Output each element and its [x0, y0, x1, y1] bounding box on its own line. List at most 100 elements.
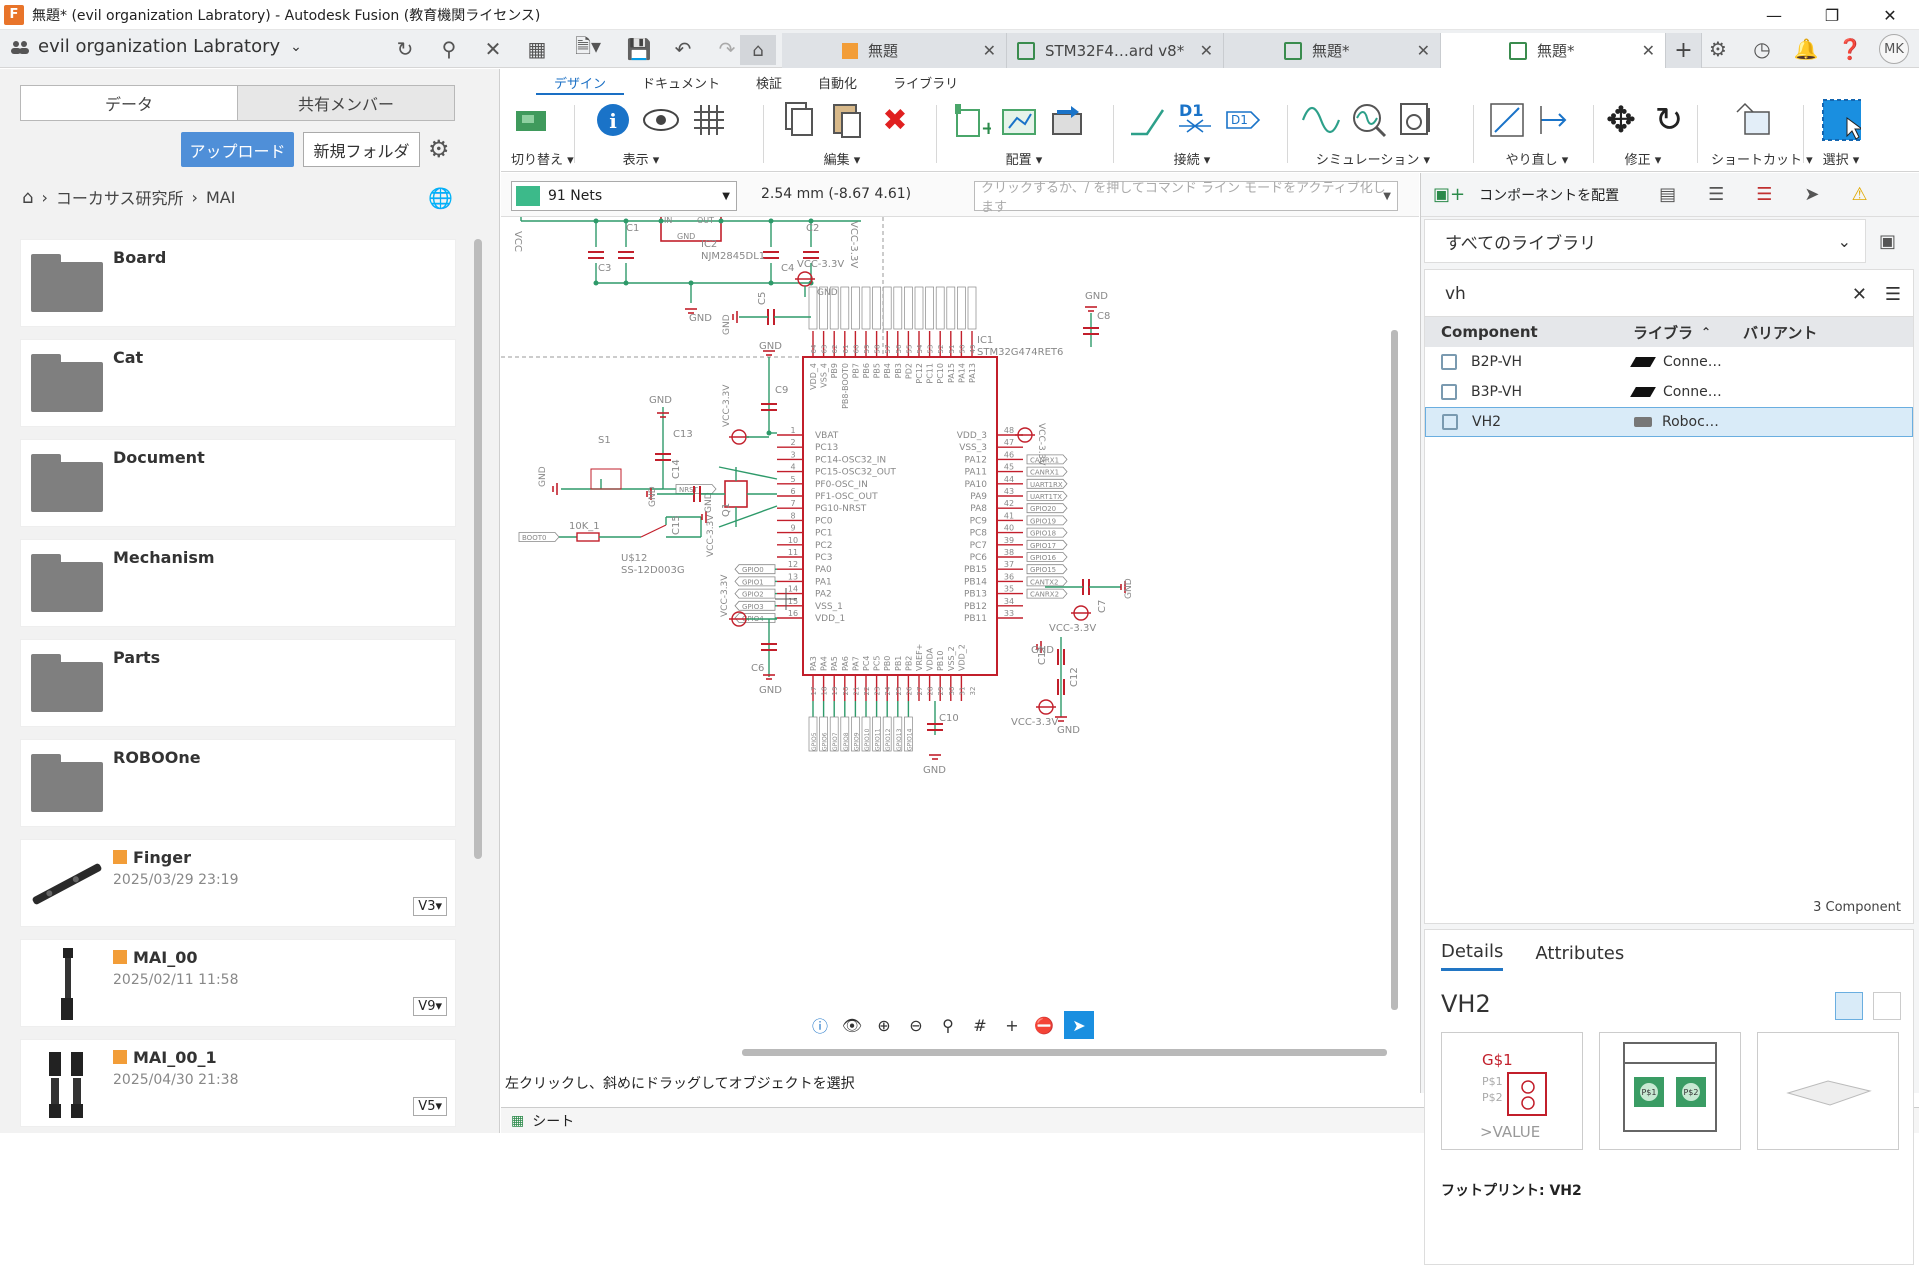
scrollbar[interactable]: [474, 239, 482, 859]
net-flag-icon[interactable]: D1: [1223, 100, 1263, 140]
list-item[interactable]: ROBOOne: [20, 739, 456, 827]
search-input[interactable]: vh ✕ ☰: [1424, 269, 1914, 319]
apps-grid-icon[interactable]: ▦: [522, 34, 552, 64]
waveform-icon[interactable]: [1301, 100, 1341, 140]
globe-icon[interactable]: 🌐: [428, 186, 453, 210]
tab-untitled-2[interactable]: 無題* ✕: [1224, 33, 1441, 68]
command-line-input[interactable]: クリックするか、/ を押してコマンド ライン モードをアクティブ化します ▼: [974, 181, 1398, 215]
close-icon[interactable]: ✕: [1861, 0, 1919, 30]
undo-icon[interactable]: ↶: [668, 34, 698, 64]
help-icon[interactable]: ❓: [1835, 34, 1865, 64]
paste-icon[interactable]: [827, 100, 867, 140]
eye-icon[interactable]: [641, 100, 681, 140]
save-icon[interactable]: 💾: [624, 34, 654, 64]
net-class-select[interactable]: 91 Nets ▼: [511, 181, 737, 211]
breadcrumb-item[interactable]: MAI: [206, 188, 235, 207]
select-mode-icon[interactable]: ➤: [1064, 1011, 1094, 1039]
file-menu-icon[interactable]: 🗎▾: [566, 34, 610, 64]
minimize-icon[interactable]: —: [1745, 0, 1803, 30]
grid-icon[interactable]: [689, 100, 729, 140]
library-select[interactable]: すべてのライブラリ ⌄: [1424, 219, 1866, 263]
warning-icon[interactable]: ⚠: [1851, 184, 1867, 205]
move-icon[interactable]: ✥: [1601, 100, 1641, 141]
sim-settings-icon[interactable]: [1397, 100, 1437, 140]
list-item[interactable]: MAI_00_1 2025/04/30 21:38 V5▾: [20, 1039, 456, 1127]
net-label-icon[interactable]: D1: [1175, 100, 1215, 140]
table-row[interactable]: B3P-VH Conne…: [1425, 377, 1913, 407]
close-tab-icon[interactable]: ✕: [983, 41, 996, 60]
tab-design[interactable]: デザイン: [536, 73, 625, 95]
zoom-fit-icon[interactable]: ⚲: [936, 1013, 960, 1037]
list-item[interactable]: Cat: [20, 339, 456, 427]
3d-preview[interactable]: [1757, 1032, 1899, 1150]
place-component-icon[interactable]: +: [951, 100, 991, 140]
version-badge[interactable]: V9▾: [413, 997, 447, 1016]
eye-icon[interactable]: 👁: [840, 1013, 864, 1037]
tab-stm32[interactable]: STM32F4…ard v8* ✕: [1007, 33, 1224, 68]
symbol-preview[interactable]: G$1 P$1 P$2 >VALUE: [1441, 1032, 1583, 1150]
gear-icon[interactable]: ⚙: [428, 135, 450, 163]
close-tab-icon[interactable]: ✕: [1417, 41, 1430, 60]
ripup-icon[interactable]: [1535, 100, 1575, 140]
filter-icon[interactable]: ☰: [1885, 284, 1901, 305]
version-badge[interactable]: V5▾: [413, 1097, 447, 1116]
info-icon[interactable]: i: [593, 100, 633, 140]
schematic-drawing[interactable]: C1 C2C3 C4IC2NJM2845DL1IN OUTGNDGNDVCC VCC-3…: [501, 217, 1399, 1047]
tab-details[interactable]: Details: [1441, 941, 1504, 971]
close-tab-icon[interactable]: ✕: [1200, 41, 1213, 60]
rotate-icon[interactable]: ↻: [1649, 100, 1689, 140]
vertical-scrollbar[interactable]: [1391, 330, 1398, 1010]
single-view-icon[interactable]: [1873, 992, 1901, 1020]
new-folder-button[interactable]: 新規フォルダ: [303, 132, 420, 167]
clear-icon[interactable]: ✕: [1852, 284, 1867, 305]
close-panel-icon[interactable]: ✕: [478, 34, 508, 64]
home-icon[interactable]: ⌂: [22, 187, 33, 208]
list-item[interactable]: Board: [20, 239, 456, 327]
info-icon[interactable]: ⓘ: [808, 1013, 832, 1037]
redo-icon[interactable]: ↷: [712, 34, 742, 64]
search-icon[interactable]: ⚲: [434, 34, 464, 64]
avatar[interactable]: MK: [1879, 34, 1909, 64]
tab-untitled-1[interactable]: 無題 ✕: [782, 33, 1007, 68]
home-tab-icon[interactable]: ⌂: [740, 35, 776, 65]
list-item[interactable]: Parts: [20, 639, 456, 727]
grid-icon[interactable]: #: [968, 1013, 992, 1037]
table-row[interactable]: B2P-VH Conne…: [1425, 347, 1913, 377]
select-icon[interactable]: [1821, 99, 1861, 141]
tab-data[interactable]: データ: [20, 85, 238, 121]
sheet-icon[interactable]: ▦: [511, 1113, 524, 1129]
inspector-icon[interactable]: ▤: [1659, 184, 1676, 205]
probe-icon[interactable]: [1349, 100, 1389, 140]
upload-button[interactable]: アップロード: [181, 132, 294, 167]
sheet-label[interactable]: シート: [532, 1111, 574, 1131]
tab-untitled-active[interactable]: 無題* ✕: [1441, 33, 1666, 68]
version-badge[interactable]: V3▾: [413, 897, 447, 916]
team-selector[interactable]: evil organization Labratory ⌄: [10, 36, 302, 57]
list-item[interactable]: Document: [20, 439, 456, 527]
breadcrumb-item[interactable]: コーカサス研究所: [56, 185, 184, 209]
wire-icon[interactable]: [1127, 100, 1167, 140]
tab-library[interactable]: ライブラリ: [875, 73, 976, 95]
maximize-icon[interactable]: ❐: [1803, 0, 1861, 30]
zoom-in-icon[interactable]: ⊕: [872, 1013, 896, 1037]
layers-icon[interactable]: ☰: [1756, 184, 1772, 205]
tab-automate[interactable]: 自動化: [800, 73, 875, 95]
list-item[interactable]: MAI_00 2025/02/11 11:58 V9▾: [20, 939, 456, 1027]
close-tab-icon[interactable]: ✕: [1642, 41, 1655, 60]
refresh-icon[interactable]: ↻: [390, 34, 420, 64]
extensions-icon[interactable]: ⚙: [1703, 34, 1733, 64]
copy-icon[interactable]: [779, 100, 819, 140]
tab-attributes[interactable]: Attributes: [1535, 943, 1624, 964]
table-row-selected[interactable]: VH2 Roboc…: [1425, 407, 1913, 437]
zoom-out-icon[interactable]: ⊖: [904, 1013, 928, 1037]
tab-members[interactable]: 共有メンバー: [238, 85, 455, 121]
notifications-icon[interactable]: 🔔: [1791, 34, 1821, 64]
library-settings-icon[interactable]: ▣: [1879, 231, 1896, 252]
crosshair-icon[interactable]: +: [1000, 1013, 1024, 1037]
place-component-tab[interactable]: ▣+ コンポーネントを配置: [1433, 184, 1619, 205]
tab-validate[interactable]: 検証: [738, 73, 800, 95]
list-item[interactable]: Finger 2025/03/29 23:19 V3▾: [20, 839, 456, 927]
shortcut-icon[interactable]: [1733, 100, 1773, 140]
job-status-icon[interactable]: ◷: [1747, 34, 1777, 64]
columns-view-icon[interactable]: [1835, 992, 1863, 1020]
